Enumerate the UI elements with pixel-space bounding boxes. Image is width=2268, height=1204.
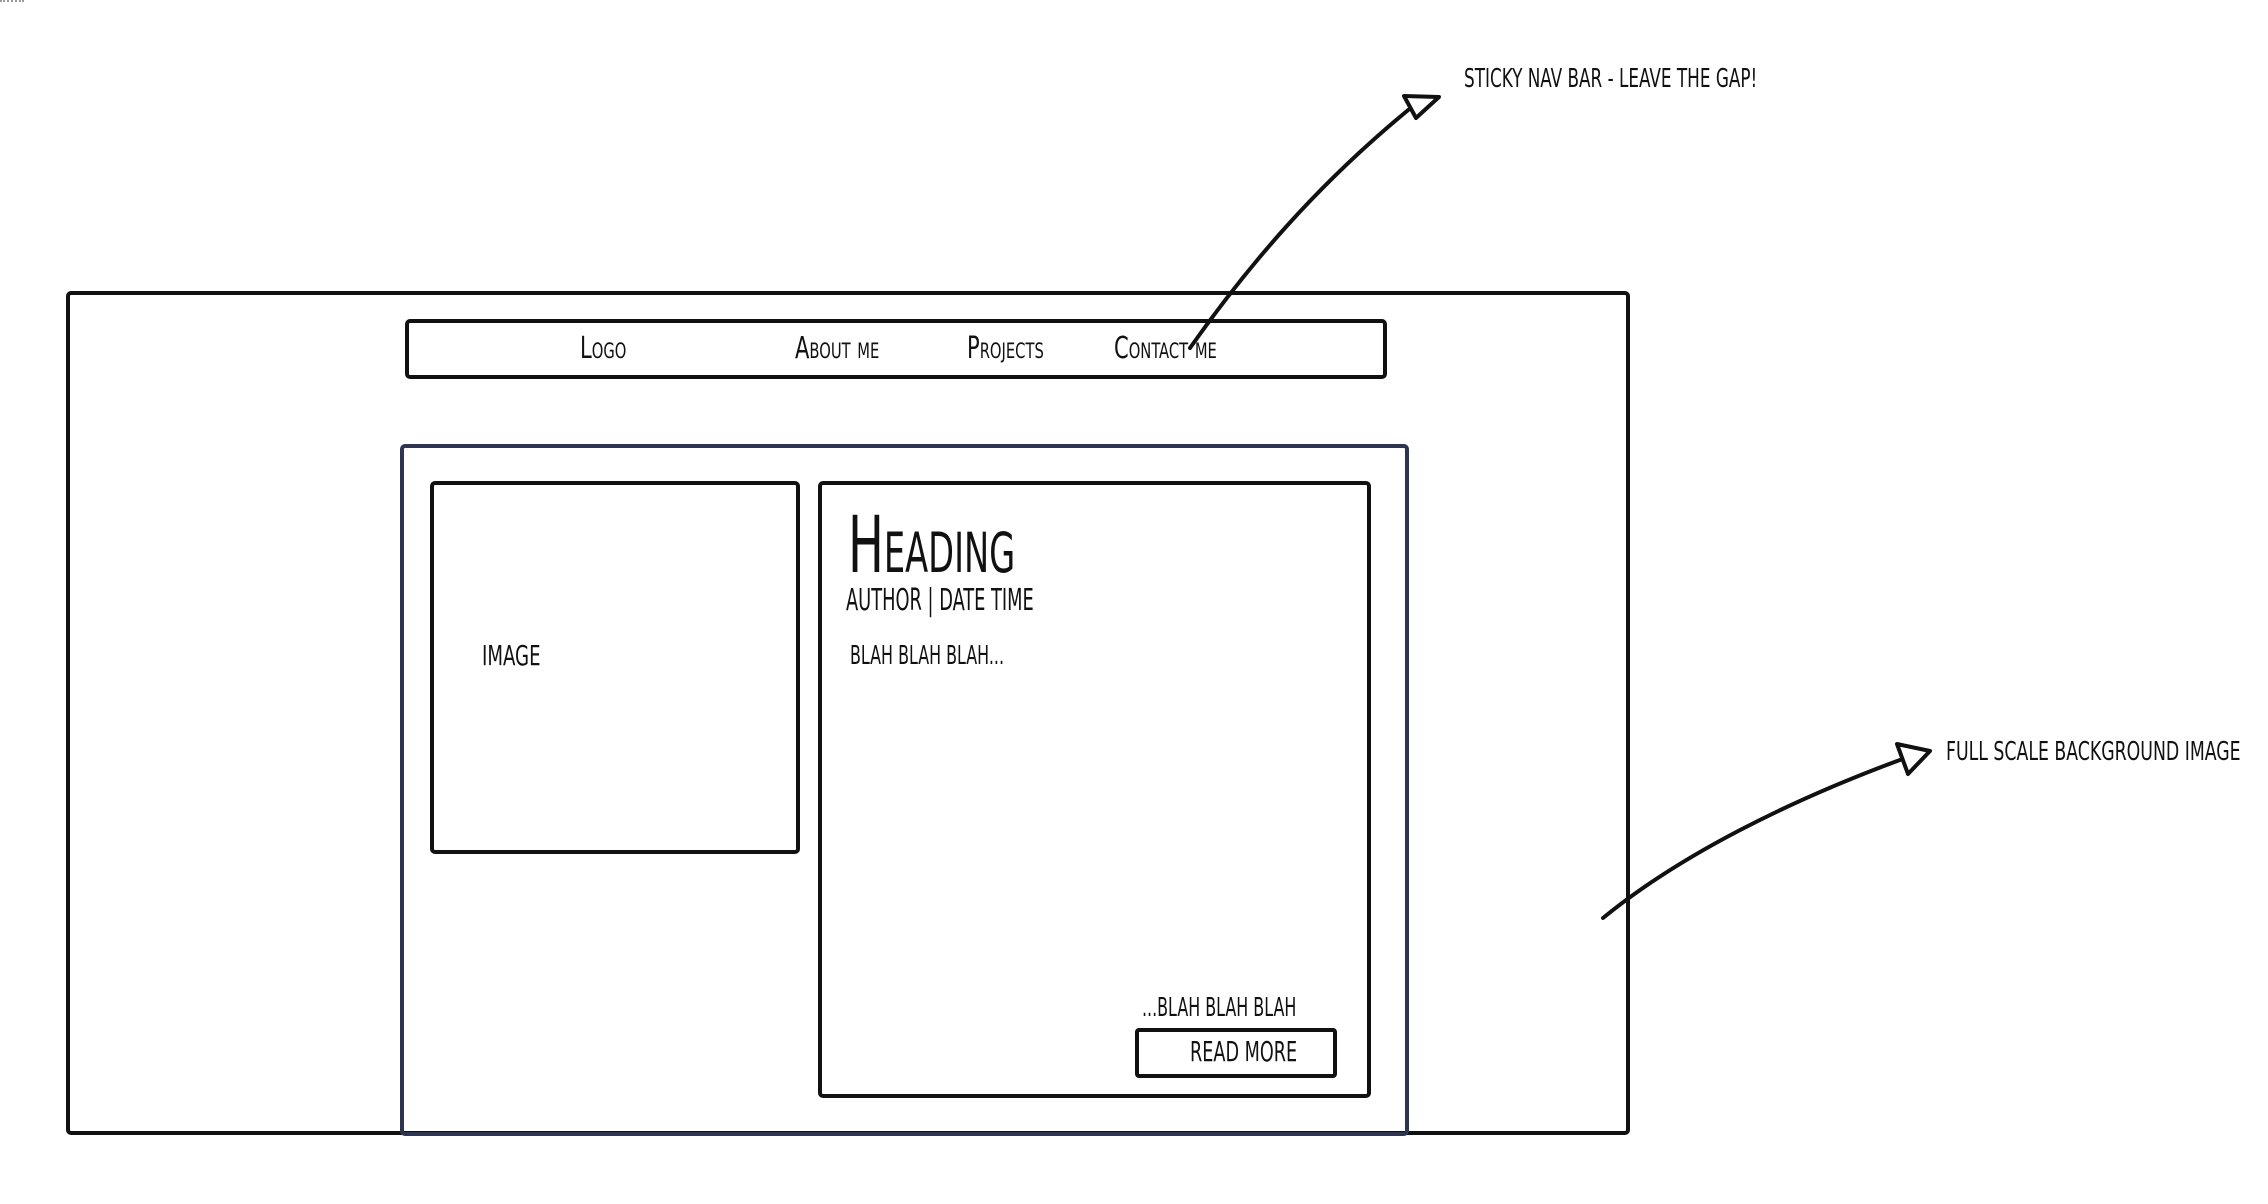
sticky-nav-arrow-line	[1188, 100, 1420, 350]
background-arrow-head	[1895, 742, 1932, 776]
background-arrow-line	[1601, 755, 1910, 920]
annotation-arrows	[1188, 94, 1932, 920]
sticky-nav-arrow-head	[1402, 94, 1441, 120]
